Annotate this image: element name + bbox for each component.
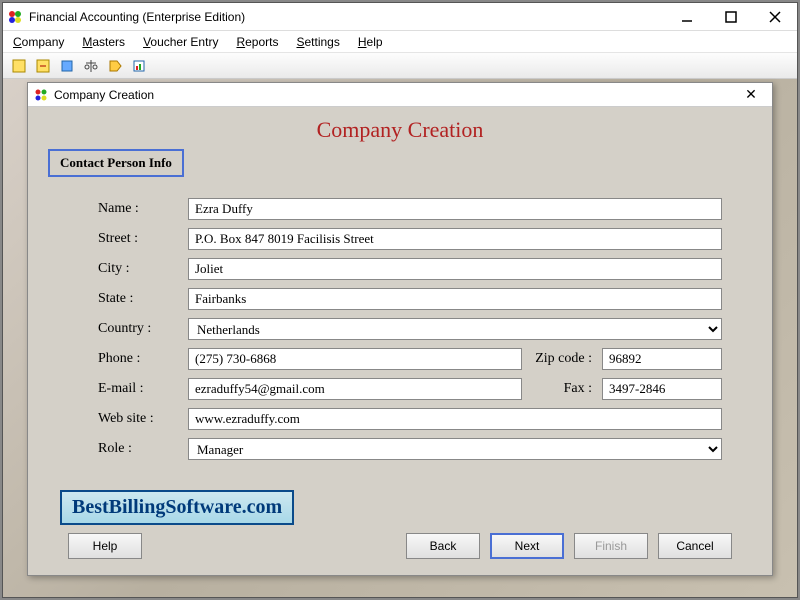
maximize-button[interactable] (713, 5, 749, 29)
dialog-icon (34, 88, 48, 102)
dialog-title: Company Creation (54, 88, 736, 102)
menu-voucher[interactable]: Voucher Entry (143, 35, 218, 49)
minimize-button[interactable] (669, 5, 705, 29)
toolbar-book-icon[interactable] (57, 56, 77, 76)
help-button[interactable]: Help (68, 533, 142, 559)
label-country: Country : (98, 321, 188, 337)
toolbar-balance-icon[interactable] (81, 56, 101, 76)
window-controls (669, 5, 793, 29)
company-creation-dialog: Company Creation ✕ Company Creation Cont… (27, 82, 773, 576)
back-button[interactable]: Back (406, 533, 480, 559)
label-name: Name : (98, 201, 188, 217)
name-field[interactable] (188, 198, 722, 220)
state-field[interactable] (188, 288, 722, 310)
phone-field[interactable] (188, 348, 522, 370)
label-fax: Fax : (522, 381, 602, 397)
toolbar-edit-icon[interactable] (33, 56, 53, 76)
website-field[interactable] (188, 408, 722, 430)
finish-button: Finish (574, 533, 648, 559)
zipcode-field[interactable] (602, 348, 722, 370)
label-website: Web site : (98, 411, 188, 427)
menubar: Company Masters Voucher Entry Reports Se… (3, 31, 797, 53)
menu-company[interactable]: Company (13, 35, 64, 49)
dialog-titlebar: Company Creation ✕ (28, 83, 772, 107)
button-row: Help Back Next Finish Cancel (48, 525, 752, 567)
label-city: City : (98, 261, 188, 277)
toolbar-new-icon[interactable] (9, 56, 29, 76)
city-field[interactable] (188, 258, 722, 280)
dialog-close-icon[interactable]: ✕ (736, 86, 766, 103)
menu-help[interactable]: Help (358, 35, 383, 49)
dialog-body: Company Creation Contact Person Info Nam… (28, 107, 772, 575)
label-email: E-mail : (98, 381, 188, 397)
menu-reports[interactable]: Reports (236, 35, 278, 49)
close-button[interactable] (757, 5, 793, 29)
street-field[interactable] (188, 228, 722, 250)
app-icon (7, 9, 23, 25)
label-role: Role : (98, 441, 188, 457)
content-area: Company Creation ✕ Company Creation Cont… (3, 79, 797, 597)
tab-strip: Contact Person Info (48, 149, 752, 177)
label-phone: Phone : (98, 351, 188, 367)
tab-contact-person-info[interactable]: Contact Person Info (48, 149, 184, 177)
form-panel: Name : Street : City : State : (48, 177, 752, 525)
email-field[interactable] (188, 378, 522, 400)
dialog-heading: Company Creation (48, 117, 752, 143)
menu-settings[interactable]: Settings (296, 35, 339, 49)
menu-masters[interactable]: Masters (82, 35, 125, 49)
app-title: Financial Accounting (Enterprise Edition… (29, 10, 669, 24)
main-window: Financial Accounting (Enterprise Edition… (2, 2, 798, 598)
watermark: BestBillingSoftware.com (60, 490, 294, 525)
label-state: State : (98, 291, 188, 307)
toolbar (3, 53, 797, 79)
role-select[interactable]: Manager (188, 438, 722, 460)
toolbar-report-icon[interactable] (129, 56, 149, 76)
next-button[interactable]: Next (490, 533, 564, 559)
toolbar-tag-icon[interactable] (105, 56, 125, 76)
fax-field[interactable] (602, 378, 722, 400)
country-select[interactable]: Netherlands (188, 318, 722, 340)
label-zipcode: Zip code : (522, 351, 602, 367)
label-street: Street : (98, 231, 188, 247)
cancel-button[interactable]: Cancel (658, 533, 732, 559)
titlebar: Financial Accounting (Enterprise Edition… (3, 3, 797, 31)
